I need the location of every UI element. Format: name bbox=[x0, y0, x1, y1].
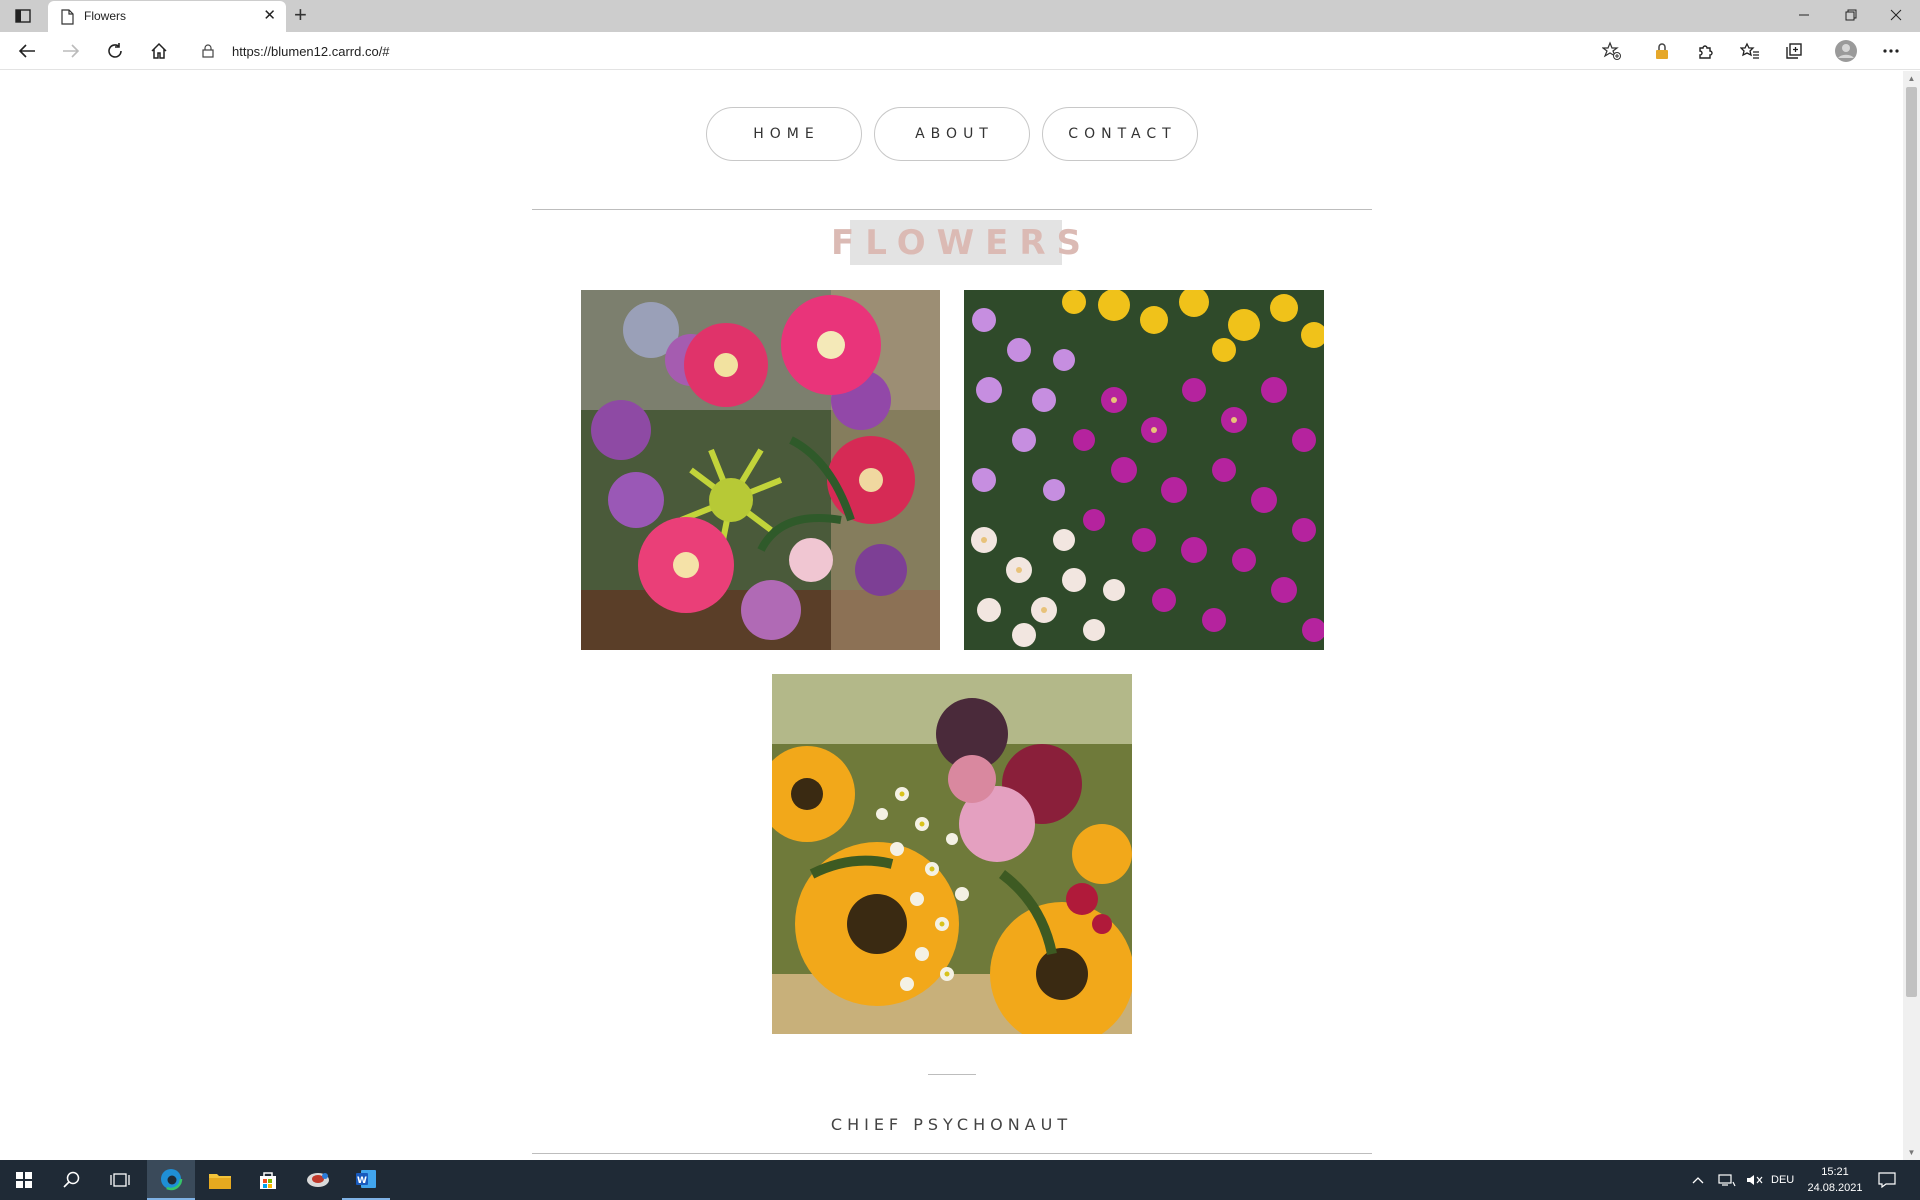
nav-home-button[interactable]: HOME bbox=[705, 107, 862, 161]
taskbar-clock[interactable]: 15:21 24.08.2021 bbox=[1800, 1164, 1870, 1196]
collections-icon[interactable] bbox=[1781, 39, 1807, 63]
browser-tab[interactable]: Flowers ✕ bbox=[48, 1, 286, 32]
favorites-icon[interactable] bbox=[1737, 39, 1763, 63]
tab-close-icon[interactable]: ✕ bbox=[263, 8, 276, 24]
tab-title: Flowers bbox=[84, 9, 127, 23]
password-lock-icon[interactable] bbox=[1649, 39, 1675, 63]
new-tab-button[interactable]: + bbox=[294, 3, 307, 27]
scroll-up-icon[interactable]: ▲ bbox=[1907, 74, 1916, 83]
page-title-highlight: FLOWERS bbox=[831, 220, 1081, 265]
scroll-thumb[interactable] bbox=[1906, 87, 1917, 997]
page-icon bbox=[61, 9, 74, 25]
refresh-icon[interactable] bbox=[102, 39, 128, 63]
svg-text:W: W bbox=[357, 1176, 367, 1186]
file-explorer-icon[interactable] bbox=[196, 1160, 244, 1200]
main-nav: HOME ABOUT CONTACT bbox=[0, 107, 1903, 161]
nav-about-button[interactable]: ABOUT bbox=[873, 107, 1030, 161]
tab-actions-icon[interactable] bbox=[12, 6, 34, 26]
store-icon[interactable] bbox=[244, 1160, 292, 1200]
url-text[interactable]: https://blumen12.carrd.co/# bbox=[232, 44, 390, 59]
search-icon[interactable] bbox=[48, 1160, 96, 1200]
page-viewport: HOME ABOUT CONTACT FLOWERS CHIEF PSYCHON… bbox=[0, 71, 1920, 1160]
start-icon[interactable] bbox=[0, 1160, 48, 1200]
network-icon[interactable] bbox=[1718, 1160, 1736, 1200]
notifications-icon[interactable] bbox=[1878, 1160, 1896, 1200]
profile-avatar[interactable] bbox=[1833, 39, 1859, 63]
divider-top bbox=[532, 209, 1372, 210]
forward-icon[interactable] bbox=[58, 39, 84, 63]
lock-icon[interactable] bbox=[202, 44, 214, 58]
scroll-down-icon[interactable]: ▼ bbox=[1907, 1148, 1916, 1157]
back-icon[interactable] bbox=[14, 39, 40, 63]
close-window-icon[interactable] bbox=[1876, 4, 1916, 26]
task-view-icon[interactable] bbox=[96, 1160, 144, 1200]
tray-chevron-icon[interactable] bbox=[1692, 1160, 1704, 1200]
page-title: FLOWERS bbox=[831, 222, 1092, 263]
extensions-icon[interactable] bbox=[1693, 39, 1719, 63]
page-scrollbar[interactable]: ▲ ▼ bbox=[1903, 71, 1920, 1160]
more-menu-icon[interactable] bbox=[1878, 39, 1904, 63]
windows-taskbar: W DEU 15:21 24.08.2021 bbox=[0, 1160, 1920, 1200]
nav-contact-button[interactable]: CONTACT bbox=[1041, 107, 1198, 161]
sunflower-bouquet-image bbox=[772, 674, 1132, 1034]
volume-muted-icon[interactable] bbox=[1746, 1160, 1764, 1200]
restore-icon[interactable] bbox=[1831, 4, 1871, 26]
divider-bottom bbox=[532, 1153, 1372, 1154]
language-indicator[interactable]: DEU bbox=[1771, 1160, 1794, 1200]
divider-small bbox=[928, 1074, 976, 1075]
clock-date: 24.08.2021 bbox=[1807, 1182, 1863, 1194]
edge-browser-icon[interactable] bbox=[147, 1160, 195, 1200]
browser-toolbar: https://blumen12.carrd.co/# bbox=[0, 32, 1920, 70]
author-title: CHIEF PSYCHONAUT bbox=[830, 1115, 1073, 1134]
app-icon[interactable] bbox=[294, 1160, 342, 1200]
purple-white-asters-field-image bbox=[964, 290, 1324, 650]
add-favorite-icon[interactable] bbox=[1602, 41, 1622, 61]
browser-tab-bar: Flowers ✕ + bbox=[0, 0, 1920, 32]
flower-bouquet-pink-gerbera-image bbox=[581, 290, 940, 650]
minimize-icon[interactable] bbox=[1784, 4, 1824, 26]
home-icon[interactable] bbox=[146, 39, 172, 63]
clock-time: 15:21 bbox=[1821, 1166, 1849, 1178]
word-icon[interactable]: W bbox=[342, 1160, 390, 1200]
address-bar[interactable]: https://blumen12.carrd.co/# bbox=[188, 36, 1632, 66]
